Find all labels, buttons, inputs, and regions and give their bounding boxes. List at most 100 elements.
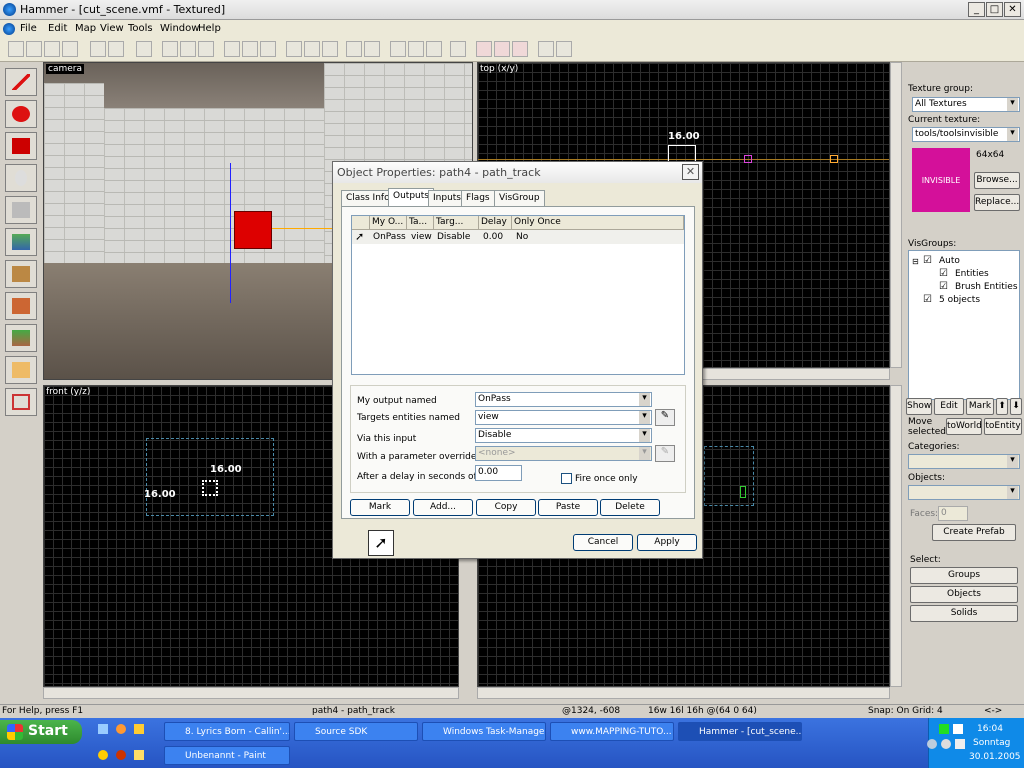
display-radius-icon[interactable] bbox=[512, 41, 528, 57]
side-view-scrollbar[interactable] bbox=[477, 687, 890, 699]
my-output-select[interactable]: OnPass bbox=[475, 392, 652, 407]
categories-select[interactable] bbox=[908, 454, 1020, 469]
parameter-select[interactable]: <none> bbox=[475, 446, 652, 461]
overlay-tool[interactable] bbox=[5, 324, 37, 352]
minimize-button[interactable]: _ bbox=[968, 2, 985, 17]
mark-button[interactable]: Mark bbox=[350, 499, 410, 516]
side-brush-outline[interactable] bbox=[704, 446, 754, 506]
clip-icon[interactable] bbox=[450, 41, 466, 57]
outputs-list[interactable]: My O... Ta... Targ... Delay Only Once ➚ … bbox=[351, 215, 685, 375]
front-selected-object[interactable] bbox=[202, 480, 218, 496]
apply-button[interactable]: Apply bbox=[637, 534, 697, 551]
quicklaunch-player-icon[interactable] bbox=[98, 750, 108, 760]
objects-select[interactable] bbox=[908, 485, 1020, 500]
select-solids-button[interactable]: Solids bbox=[910, 605, 1018, 622]
checkbox-icon[interactable]: ☑ bbox=[939, 268, 948, 279]
to-world-button[interactable]: toWorld bbox=[946, 418, 982, 435]
task-hammer[interactable]: Hammer - [cut_scene... bbox=[678, 722, 802, 741]
vis-5-objects[interactable]: 5 objects bbox=[939, 295, 980, 305]
eyedropper-icon[interactable]: ✎ bbox=[655, 409, 675, 426]
checkbox-icon[interactable]: ☑ bbox=[923, 255, 932, 266]
entity-marker[interactable] bbox=[830, 155, 838, 163]
expand-icon[interactable]: ⊟ bbox=[912, 257, 919, 266]
paste-button[interactable]: Paste bbox=[538, 499, 598, 516]
vis-entities[interactable]: Entities bbox=[955, 269, 989, 279]
parameter-eyedropper-icon[interactable]: ✎ bbox=[655, 445, 675, 462]
show-button[interactable]: Show bbox=[906, 398, 932, 415]
display-helpers-icon[interactable] bbox=[476, 41, 492, 57]
undo-icon[interactable] bbox=[136, 41, 152, 57]
via-input-select[interactable]: Disable bbox=[475, 428, 652, 443]
vertex-tool[interactable] bbox=[5, 388, 37, 416]
volume-tray-icon[interactable] bbox=[955, 739, 965, 749]
hide-icon[interactable] bbox=[224, 41, 240, 57]
cut-icon[interactable] bbox=[286, 41, 302, 57]
texture-lock-icon[interactable] bbox=[346, 41, 362, 57]
column-target[interactable]: Ta... bbox=[407, 216, 434, 230]
tray-clock-icon[interactable] bbox=[941, 739, 951, 749]
fire-once-checkbox[interactable] bbox=[561, 473, 572, 484]
group-icon[interactable] bbox=[162, 41, 178, 57]
move-up-button[interactable]: ⬆ bbox=[996, 398, 1008, 415]
texture-preview[interactable]: INVISIBLE bbox=[912, 148, 970, 212]
checkbox-icon[interactable]: ☑ bbox=[939, 281, 948, 292]
menu-file[interactable]: File bbox=[20, 23, 37, 34]
mark-button[interactable]: Mark bbox=[966, 398, 994, 415]
clock-time[interactable]: 16:04 bbox=[977, 724, 1003, 734]
browse-button[interactable]: Browse... bbox=[974, 172, 1020, 189]
quicklaunch-tool-icon[interactable] bbox=[134, 750, 144, 760]
quicklaunch-app-icon[interactable] bbox=[134, 724, 144, 734]
display-models-icon[interactable] bbox=[494, 41, 510, 57]
maximize-button[interactable]: □ bbox=[986, 2, 1003, 17]
front-view-scrollbar[interactable] bbox=[43, 687, 459, 699]
copy-icon[interactable] bbox=[304, 41, 320, 57]
vis-auto[interactable]: Auto bbox=[939, 256, 960, 266]
targets-select[interactable]: view bbox=[475, 410, 652, 425]
faces-input[interactable]: 0 bbox=[938, 506, 968, 521]
apply-texture-tool[interactable] bbox=[5, 260, 37, 288]
magnify-tool[interactable] bbox=[5, 100, 37, 128]
delete-button[interactable]: Delete bbox=[600, 499, 660, 516]
grid-smaller-icon[interactable] bbox=[44, 41, 60, 57]
entity-tool[interactable] bbox=[5, 164, 37, 192]
tl-icon[interactable] bbox=[426, 41, 442, 57]
grid-toggle-icon[interactable] bbox=[26, 41, 42, 57]
current-texture-select[interactable]: tools/toolsinvisible bbox=[912, 127, 1020, 142]
move-down-button[interactable]: ⬇ bbox=[1010, 398, 1022, 415]
tab-flags[interactable]: Flags bbox=[461, 190, 495, 206]
task-source-sdk[interactable]: Source SDK bbox=[294, 722, 418, 741]
close-button[interactable]: ✕ bbox=[1004, 2, 1021, 17]
select-objects-button[interactable]: Objects bbox=[910, 586, 1018, 603]
network-tray-icon[interactable] bbox=[939, 724, 949, 734]
clip-tool[interactable] bbox=[5, 356, 37, 384]
ungroup-icon[interactable] bbox=[180, 41, 196, 57]
show-all-icon[interactable] bbox=[260, 41, 276, 57]
texture-group-select[interactable]: All Textures bbox=[912, 97, 1020, 112]
menu-view[interactable]: View bbox=[100, 23, 124, 34]
menu-map[interactable]: Map bbox=[75, 23, 96, 34]
grid-icon[interactable] bbox=[8, 41, 24, 57]
quicklaunch-steam-icon[interactable] bbox=[116, 750, 126, 760]
path-node-marker[interactable] bbox=[744, 155, 752, 163]
create-prefab-button[interactable]: Create Prefab bbox=[932, 524, 1016, 541]
task-task-manager[interactable]: Windows Task-Manager bbox=[422, 722, 546, 741]
decal-tool[interactable] bbox=[5, 292, 37, 320]
quicklaunch-desktop-icon[interactable] bbox=[98, 724, 108, 734]
menu-window[interactable]: Window bbox=[160, 23, 199, 34]
hollow-icon[interactable] bbox=[108, 41, 124, 57]
column-delay[interactable]: Delay bbox=[479, 216, 512, 230]
menu-help[interactable]: Help bbox=[198, 23, 221, 34]
carve-icon[interactable] bbox=[90, 41, 106, 57]
compile-icon[interactable] bbox=[538, 41, 554, 57]
camera-tool[interactable] bbox=[5, 132, 37, 160]
copy-button[interactable]: Copy bbox=[476, 499, 536, 516]
checkbox-icon[interactable]: ☑ bbox=[923, 294, 932, 305]
replace-button[interactable]: Replace... bbox=[974, 194, 1020, 211]
tray-expand-icon[interactable] bbox=[927, 739, 937, 749]
texture-scale-icon[interactable] bbox=[364, 41, 380, 57]
delay-input[interactable]: 0.00 bbox=[475, 465, 522, 481]
dialog-close-button[interactable]: ✕ bbox=[682, 164, 699, 180]
selection-tool[interactable] bbox=[5, 68, 37, 96]
grid-larger-icon[interactable] bbox=[62, 41, 78, 57]
side-path-marker[interactable] bbox=[740, 486, 746, 498]
